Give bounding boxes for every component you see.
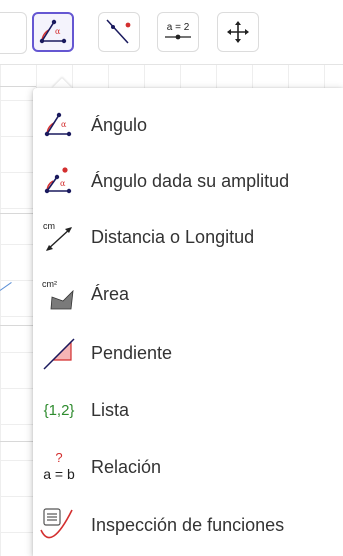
svg-text:cm: cm — [43, 221, 55, 231]
svg-text:cm²: cm² — [42, 279, 57, 289]
angle-tool-button[interactable]: α — [32, 12, 74, 52]
menu-item-slope[interactable]: Pendiente — [33, 327, 343, 379]
svg-text:α: α — [55, 27, 61, 36]
menu-item-function-inspector[interactable]: Inspección de funciones — [33, 499, 343, 551]
perpendicular-line-tool-button[interactable] — [98, 12, 140, 52]
svg-text:α: α — [61, 120, 67, 129]
menu-item-label: Ángulo dada su amplitud — [91, 170, 290, 191]
slider-icon: a = 2 — [165, 22, 191, 40]
algebra-row-divider — [0, 325, 36, 326]
menu-item-list[interactable]: {1,2} Lista — [33, 384, 343, 436]
list-icon: {1,2} — [43, 401, 75, 419]
angle-fixed-size-icon: α — [39, 163, 79, 199]
menu-item-label: Distancia o Longitud — [91, 226, 255, 247]
menu-item-label: Ángulo — [91, 114, 148, 135]
relation-icon: ? a = b — [39, 449, 79, 485]
slider-tool-button[interactable]: a = 2 — [157, 12, 199, 52]
algebra-row-divider — [0, 213, 36, 214]
area-icon: cm² — [39, 276, 79, 312]
geogebra-app: α a = 2 α Ángulo α Ángulo dada su amplit… — [0, 0, 343, 556]
menu-item-label: Lista — [91, 399, 130, 420]
menu-item-distance[interactable]: cm Distancia o Longitud — [33, 211, 343, 263]
svg-text:α: α — [60, 179, 66, 188]
algebra-row-divider — [0, 86, 36, 87]
distance-icon: cm — [39, 219, 79, 255]
move-graphics-view-tool-button[interactable] — [217, 12, 259, 52]
svg-text:a = 2: a = 2 — [167, 22, 190, 33]
slope-icon — [39, 335, 79, 371]
move-graphics-icon — [227, 21, 249, 43]
toolbar: α a = 2 — [0, 0, 343, 65]
menu-item-angle[interactable]: α Ángulo — [33, 99, 343, 151]
angle-icon: α — [39, 19, 67, 44]
svg-text:?: ? — [55, 450, 62, 465]
menu-item-area[interactable]: cm² Área — [33, 268, 343, 320]
line-point-icon — [106, 19, 131, 44]
algebra-row-divider — [0, 441, 36, 442]
menu-item-label: Relación — [91, 456, 162, 477]
menu-item-relation[interactable]: ? a = b Relación — [33, 441, 343, 493]
menu-item-angle-fixed-size[interactable]: α Ángulo dada su amplitud — [33, 155, 343, 207]
angle-icon: α — [39, 107, 79, 143]
menu-item-label: Pendiente — [91, 342, 173, 363]
toolbar-previous-button[interactable] — [0, 12, 27, 54]
menu-item-label: Área — [91, 283, 130, 304]
svg-text:a = b: a = b — [43, 466, 75, 482]
function-inspector-icon — [39, 507, 79, 543]
angle-tools-submenu: α Ángulo α Ángulo dada su amplitud cm Di… — [33, 88, 343, 556]
menu-item-label: Inspección de funciones — [91, 514, 285, 535]
